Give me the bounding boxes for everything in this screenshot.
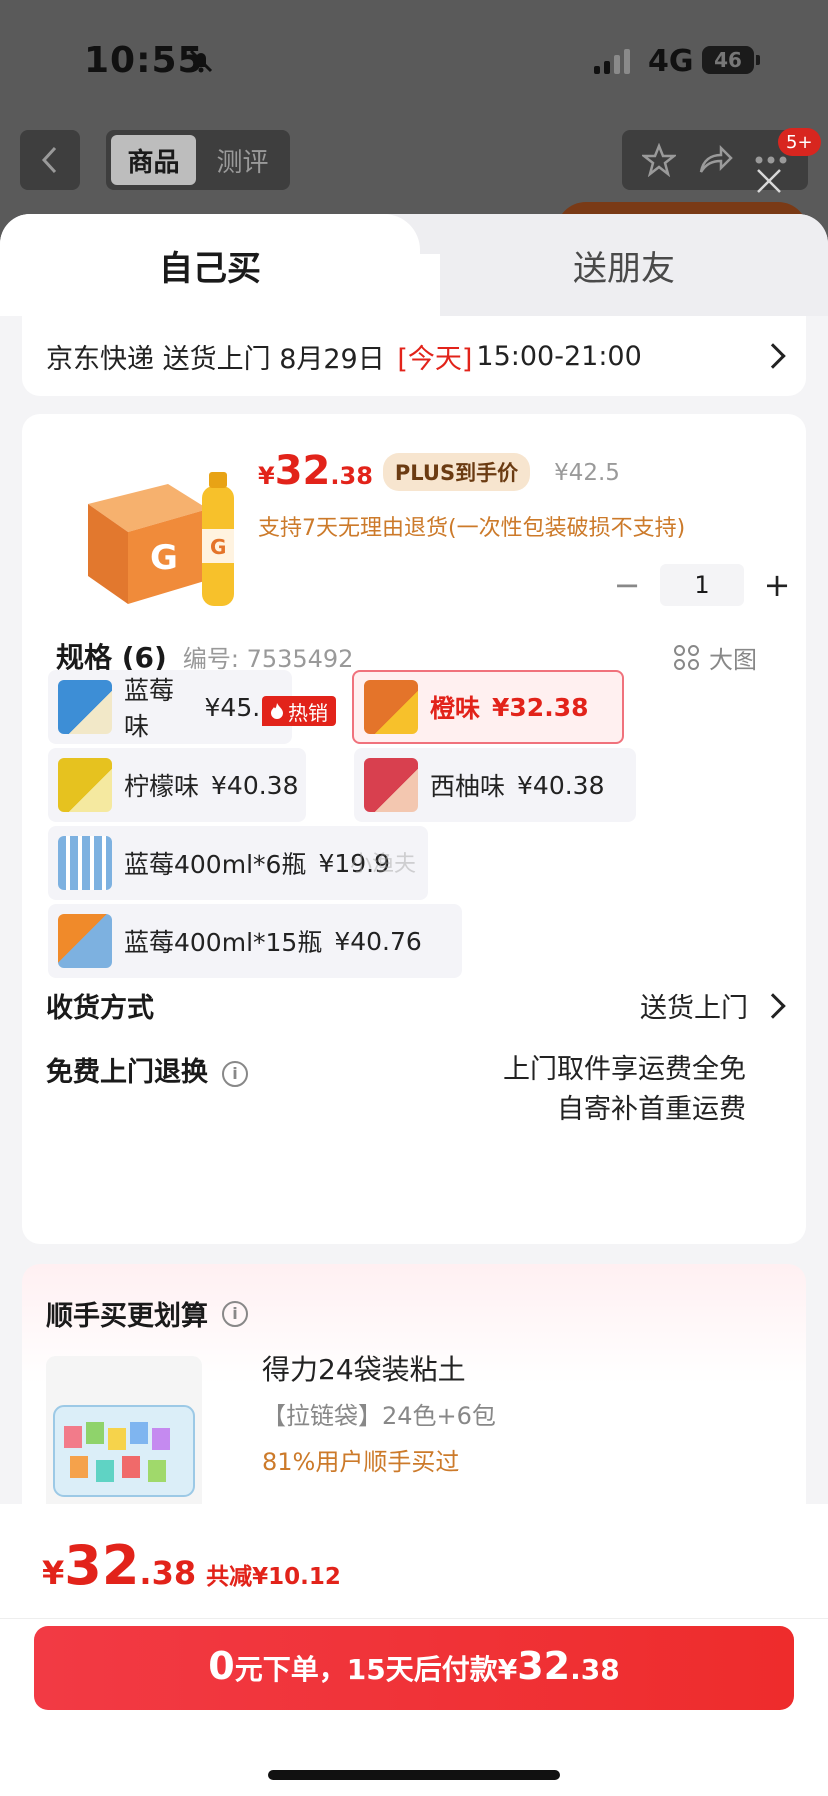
variant-name: 蓝莓400ml*15瓶 (124, 928, 323, 957)
network-type: 4G (648, 44, 694, 79)
tab-product[interactable]: 商品 (111, 135, 196, 185)
variant-price: ¥40.38 (517, 770, 605, 800)
shipping-method-value-wrap: 送货上门 (640, 986, 786, 1025)
variant-chip-lemon[interactable]: 柠檬味 ¥40.38 (48, 748, 306, 822)
variant-thumbnail (58, 680, 112, 734)
free-return-details: 上门取件享运费全免 自寄补首重运费 (503, 1050, 782, 1130)
original-price: ¥42.5 (554, 460, 620, 486)
product-card: G G ¥32.38 PLUS到手价 ¥42.5 支持7天无理由退货(一次性包装… (22, 414, 806, 1244)
variant-name: 蓝莓400ml*6瓶 (124, 850, 307, 879)
plus-price-tag: PLUS到手价 (382, 453, 531, 491)
sheet-tabs: 送朋友 自己买 (0, 214, 828, 316)
product-image: G G (88, 472, 234, 606)
grid-icon (674, 645, 699, 670)
free-return-line2: 自寄补首重运费 (557, 1094, 746, 1125)
tab-review[interactable]: 测评 (200, 135, 285, 185)
big-image-label: 大图 (709, 646, 757, 674)
share-icon[interactable] (697, 144, 733, 176)
quantity-input[interactable]: 1 (660, 564, 744, 606)
variant-thumbnail (58, 836, 112, 890)
pay-later-button[interactable]: 0 元下单，15天后付款¥ 32.38 (34, 1626, 794, 1710)
variant-name: 蓝莓味 (124, 676, 175, 741)
shipping-method-label: 收货方式 (46, 993, 154, 1024)
variant-name: 柠檬味 (124, 772, 200, 801)
home-indicator (268, 1770, 560, 1780)
svg-text:G: G (150, 538, 178, 578)
header-segment: 商品 测评 (106, 130, 290, 190)
variant-name: 橙味 (430, 694, 481, 723)
delivery-window: 15:00-21:00 (476, 340, 642, 372)
chevron-right-icon (760, 343, 786, 369)
svg-text:G: G (210, 535, 226, 559)
delivery-date: 8月29日 (279, 343, 385, 375)
more-icon[interactable] (754, 155, 788, 165)
divider (0, 1618, 828, 1619)
price-row: ¥32.38 PLUS到手价 ¥42.5 (258, 448, 620, 495)
current-price: ¥32.38 (258, 448, 373, 494)
quantity-minus-button[interactable]: − (612, 566, 642, 604)
flame-icon (271, 703, 283, 719)
signal-icon (594, 48, 630, 74)
total-price: ¥32.38 共减¥10.12 (42, 1534, 341, 1597)
delivery-row[interactable]: 京东快递 送货上门 8月29日 [今天] 15:00-21:00 (22, 316, 806, 396)
close-icon[interactable] (754, 166, 784, 196)
addon-popularity: 81%用户顺手买过 (262, 1448, 460, 1476)
addon-subtitle: 【拉链袋】24色+6包 (262, 1402, 496, 1430)
quantity-stepper: − 1 + (612, 564, 792, 606)
watermark: 小渔夫 (350, 852, 417, 877)
back-button[interactable] (20, 130, 80, 190)
variant-thumbnail (58, 914, 112, 968)
variant-chip-blueberry-15[interactable]: 蓝莓400ml*15瓶 ¥40.76 (48, 904, 462, 978)
delivery-today: [今天] (397, 343, 473, 375)
hot-sale-badge: 热销 (262, 696, 336, 726)
variant-price: ¥40.38 (211, 770, 299, 800)
chevron-left-icon (41, 146, 57, 174)
more-badge: 5+ (778, 128, 821, 156)
addon-title: 顺手买更划算 i (46, 1294, 248, 1333)
battery-icon: 46 (702, 46, 754, 74)
info-icon[interactable]: i (222, 1060, 248, 1087)
delivery-carrier: 京东快递 (46, 343, 154, 375)
spec-code: 编号: 7535492 (182, 645, 354, 673)
chevron-right-icon (760, 992, 786, 1019)
variant-name: 西柚味 (430, 772, 506, 801)
variant-chip-orange[interactable]: 橙味 ¥32.38 (352, 670, 624, 744)
addon-name: 得力24袋装粘土 (262, 1353, 466, 1386)
total-saved: 共减¥10.12 (206, 1564, 341, 1590)
free-return-row: 免费上门退换 i 上门取件享运费全免 自寄补首重运费 (46, 1050, 782, 1130)
addon-product-image (46, 1356, 202, 1526)
variant-chip-blueberry[interactable]: 蓝莓味 ¥45.11 (48, 670, 292, 744)
variant-thumbnail (58, 758, 112, 812)
variant-chip-grapefruit[interactable]: 西柚味 ¥40.38 (354, 748, 636, 822)
return-policy-note: 支持7天无理由退货(一次性包装破损不支持) (258, 516, 686, 541)
page: 10:55 4G 46 商品 测评 5+ 送朋友 自己买 京东快递 送货上门 8… (0, 0, 828, 1796)
mute-bell-icon (189, 49, 213, 73)
star-icon[interactable] (642, 143, 677, 177)
variant-thumbnail (364, 758, 418, 812)
info-icon[interactable]: i (222, 1300, 248, 1327)
shipping-method-value: 送货上门 (640, 993, 748, 1024)
shipping-method-row[interactable]: 收货方式 送货上门 (46, 986, 786, 1025)
free-return-line1: 上门取件享运费全免 (503, 1054, 746, 1085)
quantity-plus-button[interactable]: + (762, 566, 792, 604)
battery-tip (756, 55, 760, 65)
status-bar: 10:55 4G 46 (0, 0, 828, 120)
big-image-button[interactable]: 大图 (674, 640, 757, 675)
variant-thumbnail (364, 680, 418, 734)
tab-self-buy[interactable]: 自己买 (0, 214, 420, 316)
variant-price: ¥32.38 (492, 692, 589, 722)
free-return-label: 免费上门退换 i (46, 1050, 248, 1089)
delivery-method: 送货上门 (162, 343, 271, 375)
variant-price: ¥40.76 (334, 926, 422, 956)
checkout-bar: ¥32.38 共减¥10.12 0 元下单，15天后付款¥ 32.38 (0, 1504, 828, 1796)
tab-gift[interactable]: 送朋友 (420, 214, 828, 316)
